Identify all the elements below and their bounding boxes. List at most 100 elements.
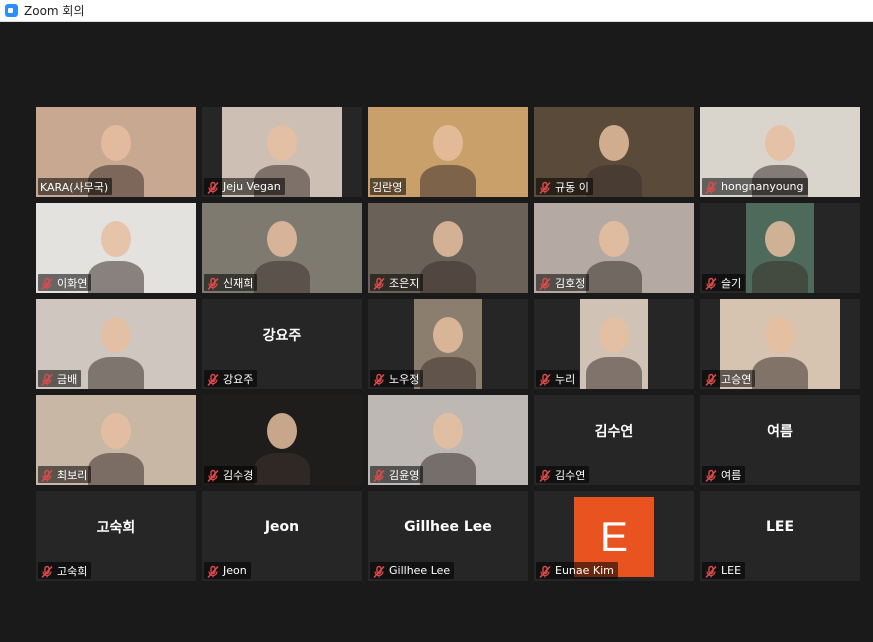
name-tag: 최보리	[38, 466, 92, 483]
mic-muted-icon	[40, 564, 54, 578]
person-silhouette	[752, 357, 808, 389]
mic-muted-icon	[704, 180, 718, 194]
name-tag: Eunae Kim	[536, 562, 618, 579]
participant-tile[interactable]: E Eunae Kim	[534, 491, 694, 581]
person-face	[433, 413, 463, 449]
participant-name: 슬기	[721, 276, 742, 290]
mic-muted-icon	[704, 276, 718, 290]
name-tag: 신재희	[204, 274, 258, 291]
participant-tile[interactable]: 김수경	[202, 395, 362, 485]
mic-muted-icon	[372, 468, 386, 482]
mic-muted-icon	[206, 564, 220, 578]
person-face	[101, 221, 131, 257]
participant-name: 금배	[57, 372, 78, 386]
participant-tile[interactable]: Jeju Vegan	[202, 107, 362, 197]
participant-tile[interactable]: 김윤영	[368, 395, 528, 485]
participant-tile[interactable]: 신재희	[202, 203, 362, 293]
person-silhouette	[420, 261, 476, 293]
participant-tile[interactable]: Jeon Jeon	[202, 491, 362, 581]
participant-tile[interactable]: 고승연	[700, 299, 860, 389]
participant-name: 고승연	[721, 372, 752, 386]
name-tag: 강요주	[204, 370, 258, 387]
mic-muted-icon	[538, 180, 552, 194]
participant-name: 강요주	[223, 372, 254, 386]
participant-tile[interactable]: 노우정	[368, 299, 528, 389]
mic-muted-icon	[372, 276, 386, 290]
participant-name: 김호정	[555, 276, 586, 290]
person-face	[765, 221, 795, 257]
participant-name: hongnanyoung	[721, 180, 804, 193]
participant-tile[interactable]: LEE LEE	[700, 491, 860, 581]
participant-display-name: 고숙희	[96, 520, 136, 536]
participant-tile[interactable]: hongnanyoung	[700, 107, 860, 197]
person-silhouette	[586, 357, 642, 389]
person-silhouette	[752, 261, 808, 293]
mic-muted-icon	[206, 180, 220, 194]
participant-name: 김윤영	[389, 468, 420, 482]
participant-tile[interactable]: Gillhee Lee Gillhee Lee	[368, 491, 528, 581]
participant-name: KARA(사무국)	[40, 180, 109, 194]
person-silhouette	[420, 357, 476, 389]
participant-tile[interactable]: KARA(사무국)	[36, 107, 196, 197]
participant-name: LEE	[721, 564, 742, 577]
person-silhouette	[88, 357, 144, 389]
mic-muted-icon	[704, 372, 718, 386]
participant-name: 김수연	[555, 468, 586, 482]
participant-video	[746, 203, 814, 293]
participant-tile[interactable]: 누리	[534, 299, 694, 389]
participant-tile[interactable]: 금배	[36, 299, 196, 389]
participant-tile[interactable]: 김수연 김수연	[534, 395, 694, 485]
person-face	[433, 317, 463, 353]
mic-muted-icon	[40, 372, 54, 386]
participant-name: Jeju Vegan	[223, 180, 281, 193]
participant-name: Eunae Kim	[555, 564, 614, 577]
person-face	[599, 317, 629, 353]
participant-video	[580, 299, 648, 389]
mic-muted-icon	[704, 468, 718, 482]
person-face	[101, 317, 131, 353]
participant-name: 김수경	[223, 468, 254, 482]
participant-tile[interactable]: 규동 이	[534, 107, 694, 197]
name-tag: 이화연	[38, 274, 92, 291]
person-silhouette	[254, 261, 310, 293]
person-silhouette	[586, 165, 642, 197]
participant-video	[414, 299, 482, 389]
name-tag: 금배	[38, 370, 82, 387]
mic-muted-icon	[372, 372, 386, 386]
name-tag: 김윤영	[370, 466, 424, 483]
mic-muted-icon	[40, 468, 54, 482]
person-face	[599, 221, 629, 257]
participant-tile[interactable]: 강요주 강요주	[202, 299, 362, 389]
mic-muted-icon	[538, 276, 552, 290]
participant-tile[interactable]: 여름 여름	[700, 395, 860, 485]
participant-display-name: 김수연	[594, 424, 634, 440]
mic-muted-icon	[538, 468, 552, 482]
participant-tile[interactable]: 김란영	[368, 107, 528, 197]
person-silhouette	[88, 453, 144, 485]
person-silhouette	[420, 165, 476, 197]
participant-grid: KARA(사무국) Jeju Vegan 김란영 규동 이 hongnanyoung 이화…	[0, 0, 873, 642]
person-face	[765, 125, 795, 161]
participant-name: 여름	[721, 468, 742, 482]
mic-muted-icon	[40, 276, 54, 290]
participant-tile[interactable]: 조은지	[368, 203, 528, 293]
name-tag: 여름	[702, 466, 746, 483]
name-tag: 김수연	[536, 466, 590, 483]
participant-tile[interactable]: 고숙희 고숙희	[36, 491, 196, 581]
participant-name: 신재희	[223, 276, 254, 290]
name-tag: 고숙희	[38, 562, 92, 579]
mic-muted-icon	[206, 468, 220, 482]
participant-tile[interactable]: 이화연	[36, 203, 196, 293]
name-tag: 규동 이	[536, 178, 593, 195]
name-tag: KARA(사무국)	[38, 178, 113, 195]
participant-tile[interactable]: 슬기	[700, 203, 860, 293]
mic-muted-icon	[206, 276, 220, 290]
name-tag: 김수경	[204, 466, 258, 483]
mic-muted-icon	[538, 564, 552, 578]
participant-name: 규동 이	[555, 180, 589, 194]
participant-tile[interactable]: 최보리	[36, 395, 196, 485]
person-face	[101, 125, 131, 161]
participant-name: Jeon	[223, 564, 247, 577]
participant-tile[interactable]: 김호정	[534, 203, 694, 293]
participant-name: 이화연	[57, 276, 88, 290]
